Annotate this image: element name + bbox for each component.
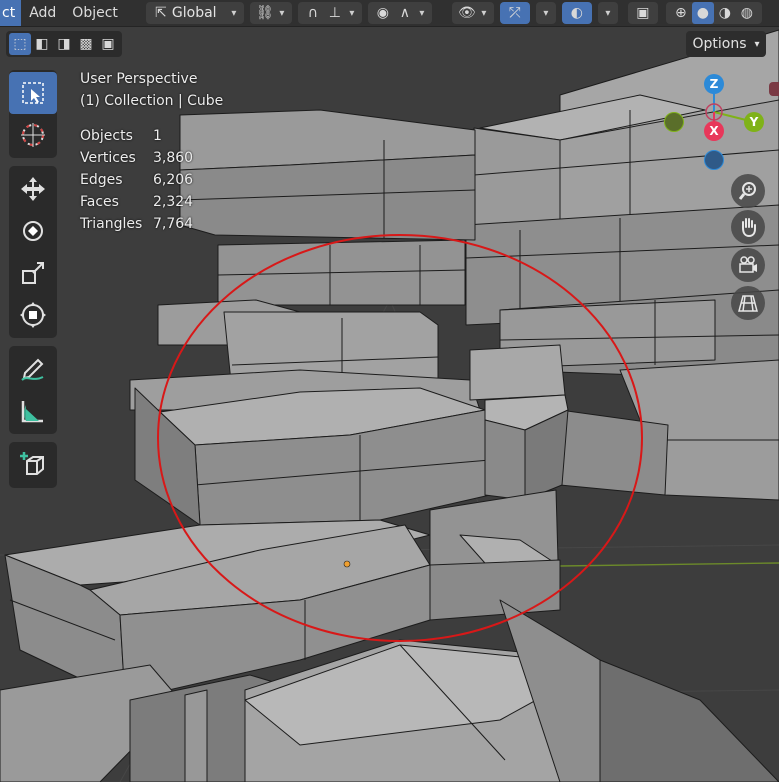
menu-add[interactable]: Add — [21, 0, 64, 26]
measure-tool[interactable] — [9, 390, 57, 432]
move-tool[interactable] — [9, 168, 57, 210]
gizmo-y-axis[interactable]: Y — [744, 112, 764, 132]
proportional-edit-icon[interactable]: ◉ — [372, 2, 394, 24]
snap-group[interactable]: ∩ ⊥ ▾ — [297, 2, 362, 24]
stat-row-vertices: Vertices 3,860 — [80, 150, 194, 166]
viewport-header: ct Add Object ⇱ Global ▾ ⛓ ▾ ∩ ⊥ ▾ ◉ ∧ ▾… — [0, 0, 779, 27]
menu-select[interactable]: ct — [0, 0, 22, 26]
overlay-icon: ◐ — [570, 5, 584, 21]
stat-row-objects: Objects 1 — [80, 128, 162, 144]
select-box-tool[interactable] — [9, 72, 57, 114]
magnet-icon[interactable]: ∩ — [302, 2, 324, 24]
gizmo-icon: ⤱ — [509, 5, 521, 21]
perspective-toggle-button[interactable] — [731, 286, 765, 320]
gizmo-neg-y-axis[interactable] — [664, 112, 684, 132]
stat-row-faces: Faces 2,324 — [80, 194, 194, 210]
select-box-icon — [22, 82, 44, 104]
navigation-gizmo[interactable]: Z Y X — [660, 70, 770, 170]
select-intersect-icon[interactable]: ▣ — [97, 33, 119, 55]
annotate-tool[interactable] — [9, 348, 57, 390]
menu-object[interactable]: Object — [64, 0, 126, 26]
select-extend-icon[interactable]: ◧ — [31, 33, 53, 55]
options-dropdown[interactable]: Options ▾ — [686, 31, 766, 57]
transform-orientation-icon: ⇱ — [155, 5, 167, 21]
gizmo-dropdown[interactable]: ▾ — [535, 2, 556, 24]
gizmo-toggle[interactable]: ⤱ — [499, 2, 530, 24]
grid-icon — [738, 295, 758, 312]
select-subtract-icon[interactable]: ◨ — [53, 33, 75, 55]
gizmo-neg-z-axis[interactable] — [704, 150, 724, 170]
xray-icon: ▣ — [636, 5, 650, 21]
ruler-icon — [21, 401, 43, 423]
gizmo-x-axis[interactable]: X — [704, 121, 724, 141]
pan-button[interactable] — [731, 210, 765, 244]
transform-tool[interactable] — [9, 294, 57, 336]
zoom-button[interactable] — [731, 174, 765, 208]
chevron-down-icon: ▾ — [481, 7, 487, 19]
chevron-down-icon: ▾ — [754, 38, 760, 50]
material-shading-icon[interactable]: ◑ — [714, 2, 736, 24]
chevron-down-icon: ▾ — [231, 7, 237, 19]
cursor-icon — [21, 123, 45, 147]
orientation-dropdown[interactable]: ⇱ Global ▾ — [145, 2, 244, 24]
rendered-shading-icon[interactable]: ◍ — [736, 2, 758, 24]
view-perspective-label: User Perspective — [80, 71, 198, 87]
orientation-label: Global — [171, 5, 217, 21]
scale-icon — [22, 262, 44, 284]
pivot-dropdown[interactable]: ⛓ ▾ — [249, 2, 292, 24]
snap-increment-icon[interactable]: ⊥ — [324, 2, 346, 24]
shading-modes[interactable]: ⊕ ● ◑ ◍ — [665, 2, 762, 24]
camera-view-button[interactable] — [731, 248, 765, 282]
chevron-down-icon: ▾ — [419, 7, 425, 19]
tool-shelf — [9, 70, 57, 496]
falloff-icon[interactable]: ∧ — [394, 2, 416, 24]
pencil-icon — [21, 358, 44, 381]
selection-mode-group: ⬚ ◧ ◨ ▩ ▣ — [6, 31, 122, 57]
chevron-down-icon: ▾ — [605, 7, 611, 19]
overlay-toggle[interactable]: ◐ — [561, 2, 592, 24]
wireframe-shading-icon[interactable]: ⊕ — [670, 2, 692, 24]
gizmo-z-axis[interactable]: Z — [704, 74, 724, 94]
options-label: Options — [692, 36, 747, 52]
visibility-dropdown[interactable]: 👁 ▾ — [451, 2, 494, 24]
rotate-icon — [23, 221, 43, 241]
xray-toggle[interactable]: ▣ — [627, 2, 658, 24]
chevron-down-icon: ▾ — [349, 7, 355, 19]
link-icon: ⛓ — [256, 5, 274, 21]
camera-icon — [739, 256, 757, 273]
zoom-icon — [738, 182, 756, 200]
chevron-down-icon: ▾ — [279, 7, 285, 19]
scene-statistics: Objects 1 Vertices 3,860 Edges 6,206 Faces 2… — [80, 128, 193, 238]
stat-row-edges: Edges 6,206 — [80, 172, 194, 188]
stat-row-triangles: Triangles 7,764 — [80, 216, 194, 232]
proportional-edit-group[interactable]: ◉ ∧ ▾ — [367, 2, 432, 24]
solid-shading-icon[interactable]: ● — [691, 2, 714, 24]
add-cube-tool[interactable] — [9, 444, 57, 486]
gizmo-neg-x-axis[interactable] — [769, 82, 779, 96]
chevron-down-icon: ▾ — [543, 7, 549, 19]
cursor-tool[interactable] — [9, 114, 57, 156]
rotate-tool[interactable] — [9, 210, 57, 252]
scale-tool[interactable] — [9, 252, 57, 294]
overlay-dropdown[interactable]: ▾ — [597, 2, 618, 24]
add-cube-icon — [20, 452, 44, 475]
move-icon — [21, 177, 45, 201]
transform-icon — [20, 302, 46, 328]
hand-icon — [742, 218, 756, 238]
active-collection-label: (1) Collection | Cube — [80, 93, 224, 109]
select-invert-icon[interactable]: ▩ — [75, 33, 97, 55]
eye-icon: 👁 — [458, 5, 476, 21]
select-new-icon[interactable]: ⬚ — [9, 33, 31, 55]
